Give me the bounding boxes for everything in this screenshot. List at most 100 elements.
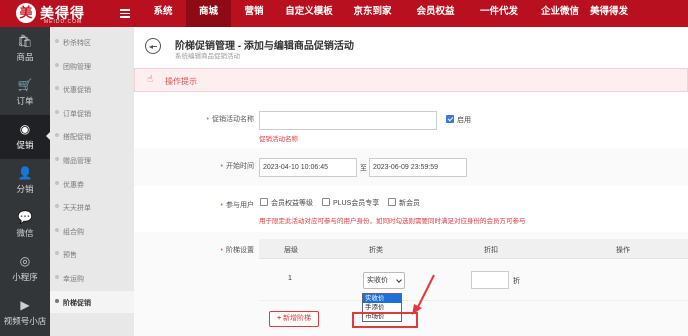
sidebar-item-label: 促销 xyxy=(16,140,34,150)
subnav-item-label: 团购管理 xyxy=(63,63,91,71)
subnav-item-label: 秒杀特区 xyxy=(63,40,91,47)
enable-checkbox[interactable] xyxy=(446,115,454,123)
sidebar-item[interactable]: 🛒 订单 xyxy=(0,71,50,115)
subnav-item[interactable]: 阶梯促销 xyxy=(50,290,134,313)
subnav-item[interactable]: 赠品管理 xyxy=(50,149,134,171)
dropdown-option[interactable]: 实收价 xyxy=(363,294,401,303)
discount-unit: 折 xyxy=(513,278,520,285)
subnav-item[interactable]: 组合购 xyxy=(50,220,134,242)
sidebar-item[interactable]: ◎ 小程序 xyxy=(0,247,50,291)
sale-icon: ◉ xyxy=(19,122,31,136)
top-nav-item[interactable]: 营销 xyxy=(231,0,277,27)
sidebar-item[interactable]: 💬 微信 xyxy=(0,203,50,247)
brand-logo[interactable]: 美 美得得 MEIDD.COM xyxy=(0,0,140,27)
col-level: 层级 xyxy=(284,247,298,254)
bullet-icon xyxy=(55,227,59,232)
wechat-icon: 💬 xyxy=(17,210,33,224)
back-button[interactable] xyxy=(145,38,161,54)
subnav-item[interactable]: 幸运购 xyxy=(50,267,134,289)
add-tier-button[interactable]: + 新增阶梯 xyxy=(269,311,319,327)
subnav-item-label: 阶梯促销 xyxy=(63,299,91,307)
tier-level: 1 xyxy=(288,275,292,282)
bullet-icon xyxy=(55,275,59,279)
bullet-icon xyxy=(55,62,59,67)
start-time-input[interactable]: 2023-04-10 10:06:45 xyxy=(259,158,357,177)
miniapp-icon: ◎ xyxy=(19,254,31,268)
bullet-icon xyxy=(55,157,59,161)
brand-subtitle: MEIDD.COM xyxy=(44,19,83,25)
subnav-item-label: 赠品管理 xyxy=(63,158,91,165)
top-nav-item[interactable]: 京东到家 xyxy=(341,0,404,27)
plus-member-checkbox[interactable] xyxy=(322,198,330,206)
bullet-icon xyxy=(55,109,59,114)
secondary-sidebar: 秒杀特区团购管理优惠促销订单促销搭配促销赠品管理优惠券天天拼单组合购预售幸运购阶… xyxy=(50,27,134,336)
discount-input[interactable] xyxy=(471,271,509,289)
table-row: 1 实收价 折 xyxy=(259,259,688,301)
sidebar-item[interactable]: 🛍 商品 xyxy=(0,27,50,71)
bullet-icon xyxy=(55,39,59,43)
time-separator: 至 xyxy=(360,165,367,172)
subnav-item[interactable]: 优惠促销 xyxy=(50,78,134,100)
bullet-icon xyxy=(55,133,59,138)
top-nav-item[interactable]: 会员权益 xyxy=(404,0,467,27)
subnav-item[interactable]: 团购管理 xyxy=(50,55,134,77)
member-level-label: 会员权益等级 xyxy=(271,200,313,207)
new-member-checkbox[interactable] xyxy=(388,198,396,206)
col-discount: 折扣 xyxy=(484,247,498,254)
top-nav-item[interactable]: 自定义模板 xyxy=(277,0,341,27)
discount-type-value: 实收价 xyxy=(367,277,388,284)
chevron-down-icon xyxy=(396,277,402,283)
top-bar: 美 美得得 MEIDD.COM 系统 商城 营销 自定义模板 京东到家 会员权益 一件代发企… xyxy=(0,0,688,27)
new-member-label: 新会员 xyxy=(399,200,420,207)
sidebar-item-label: 分销 xyxy=(16,184,34,194)
subnav-item[interactable]: 搭配促销 xyxy=(50,125,134,147)
subnav-item-label: 订单促销 xyxy=(63,110,91,118)
bullet-icon xyxy=(55,251,59,256)
col-type: 折类 xyxy=(369,247,383,254)
top-nav-item[interactable]: 商城 xyxy=(186,0,231,27)
col-action: 操作 xyxy=(616,247,630,254)
subnav-item[interactable]: 秒杀特区 xyxy=(50,31,134,53)
tips-label: 操作提示 xyxy=(165,77,197,86)
subnav-item-label: 组合购 xyxy=(63,228,84,236)
member-level-checkbox[interactable] xyxy=(260,198,268,206)
subnav-item[interactable]: 预售 xyxy=(50,243,134,265)
operation-tips-panel[interactable]: ☝ 操作提示 xyxy=(134,68,688,92)
subnav-item-label: 优惠促销 xyxy=(63,87,91,95)
users-hint: 用于限定此活动对应可参与的用户身份，如同时勾选则需要同时满足对应身份的会员方可参… xyxy=(259,218,526,225)
sidebar-item[interactable]: ▶ 视频号小店 xyxy=(0,291,50,335)
video-icon: ▶ xyxy=(20,298,30,312)
top-nav-item[interactable]: 系统 xyxy=(140,0,186,27)
primary-sidebar: 🛍 商品 🛒 订单 ◉ 促销 👤 分销 💬 微信 ◎ 小程序 ▶ 视频号小店 xyxy=(0,27,51,336)
page-subtitle: 系统编辑商品促销活动 xyxy=(175,53,240,60)
top-nav-item[interactable]: 一件代发 xyxy=(467,0,531,27)
top-nav-item[interactable]: 企业微信 xyxy=(531,0,589,27)
menu-toggle-icon[interactable] xyxy=(120,9,130,18)
top-nav-item[interactable]: 美得得发 xyxy=(589,0,629,27)
plus-icon: + xyxy=(276,315,282,322)
name-hint: 促销活动名称 xyxy=(259,136,298,143)
sidebar-item[interactable]: 👤 分销 xyxy=(0,159,50,203)
sidebar-item[interactable]: ◉ 促销 xyxy=(0,115,51,159)
dropdown-option[interactable]: 手添价 xyxy=(363,303,401,312)
discount-type-select[interactable]: 实收价 xyxy=(363,272,405,289)
subnav-item[interactable]: 订单促销 xyxy=(50,102,134,124)
subnav-item-label: 幸运购 xyxy=(63,276,84,283)
bullet-icon xyxy=(55,86,59,91)
sidebar-item-label: 商品 xyxy=(16,52,34,62)
annotation-arrow-icon xyxy=(412,274,435,315)
plus-member-label: PLUS会员专享 xyxy=(333,200,380,207)
end-time-input[interactable]: 2023-06-09 23:59:59 xyxy=(369,158,467,177)
user-icon: 👤 xyxy=(17,166,33,180)
subnav-item[interactable]: 天天拼单 xyxy=(50,196,134,218)
promo-name-input[interactable] xyxy=(259,111,437,130)
name-label: • 促销活动名称 xyxy=(206,116,254,123)
brand-mark-icon: 美 xyxy=(16,3,36,23)
hand-pointer-icon: ☝ xyxy=(147,74,154,85)
sidebar-item-label: 订单 xyxy=(16,96,34,106)
subnav-item-label: 搭配促销 xyxy=(63,134,91,142)
sidebar-item-label: 视频号小店 xyxy=(3,316,47,326)
cart-icon: 🛒 xyxy=(17,78,33,92)
subnav-item[interactable]: 优惠券 xyxy=(50,173,134,195)
subnav-item-label: 优惠券 xyxy=(63,181,84,189)
